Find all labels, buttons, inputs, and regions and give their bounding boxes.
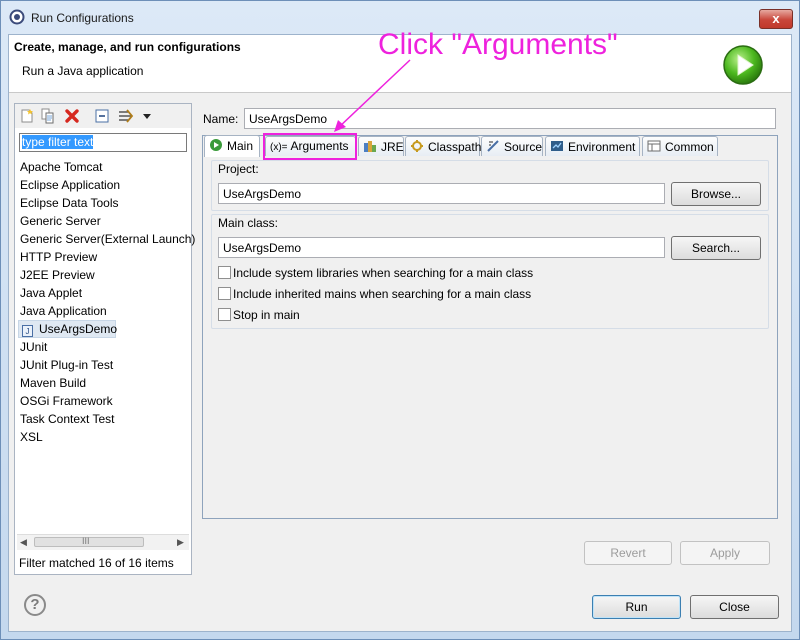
tab-label: Source	[504, 140, 542, 154]
java-app-icon: J	[22, 325, 33, 337]
scroll-right-icon[interactable]: ▶	[177, 537, 184, 548]
classpath-tab-icon	[410, 139, 424, 153]
include-system-libraries-label: Include system libraries when searching …	[233, 266, 533, 280]
tree-item-label: UseArgsDemo	[39, 322, 117, 336]
tree-item[interactable]: Java Application	[20, 304, 107, 318]
tree-item[interactable]: JUnit Plug-in Test	[20, 358, 113, 372]
tree-item[interactable]: Task Context Test	[20, 412, 115, 426]
window-close-button[interactable]: x	[759, 9, 793, 29]
stop-in-main-label: Stop in main	[233, 308, 300, 322]
filter-status: Filter matched 16 of 16 items	[19, 556, 174, 570]
project-label: Project:	[218, 162, 259, 176]
scroll-left-icon[interactable]: ◀	[20, 537, 27, 548]
run-button[interactable]: Run	[592, 595, 681, 619]
new-configuration-icon[interactable]	[19, 108, 35, 124]
header-subtitle: Run a Java application	[22, 64, 143, 78]
tab-label: JRE	[381, 140, 404, 154]
include-inherited-mains-checkbox[interactable]	[218, 287, 231, 300]
tree-item[interactable]: Eclipse Data Tools	[20, 196, 119, 210]
tree-item[interactable]: OSGi Framework	[20, 394, 113, 408]
name-label: Name:	[203, 112, 238, 126]
collapse-all-icon[interactable]	[94, 108, 110, 124]
apply-button[interactable]: Apply	[680, 541, 770, 565]
tree-item-label: J2EE Preview	[20, 268, 95, 282]
main-class-label: Main class:	[218, 216, 278, 230]
delete-icon[interactable]	[64, 108, 80, 124]
include-inherited-mains-label: Include inherited mains when searching f…	[233, 287, 531, 301]
tree-item-label: Eclipse Data Tools	[20, 196, 119, 210]
tree-item[interactable]: JUnit	[20, 340, 47, 354]
tree-item-label: Java Applet	[20, 286, 82, 300]
tree-item[interactable]: J2EE Preview	[20, 268, 95, 282]
header-title: Create, manage, and run configurations	[14, 40, 241, 54]
annotation-arrow	[320, 40, 430, 140]
tree-item[interactable]: Eclipse Application	[20, 178, 120, 192]
tree-item[interactable]: Java Applet	[20, 286, 82, 300]
tree-item-label: Maven Build	[20, 376, 86, 390]
tree-item[interactable]: Generic Server	[20, 214, 101, 228]
tree-item[interactable]: Generic Server(External Launch)	[20, 232, 195, 246]
run-banner-icon	[722, 44, 764, 86]
tab-main[interactable]: Main	[204, 135, 260, 157]
tab-label: Environment	[568, 140, 635, 154]
tab-label: Classpath	[428, 140, 481, 154]
project-field[interactable]: UseArgsDemo	[218, 183, 665, 204]
tree-item[interactable]: XSL	[20, 430, 43, 444]
tree-item-label: HTTP Preview	[20, 250, 97, 264]
tree-item-label: Generic Server	[20, 214, 101, 228]
search-button[interactable]: Search...	[671, 236, 761, 260]
tab-common[interactable]: Common	[642, 136, 718, 156]
tree-item-label: JUnit	[20, 340, 47, 354]
tree-item-label: Generic Server(External Launch)	[20, 232, 195, 246]
tab-label: Common	[665, 140, 714, 154]
jre-tab-icon	[363, 139, 377, 153]
tree-item-label: Apache Tomcat	[20, 160, 103, 174]
filter-input[interactable]: type filter text	[19, 133, 187, 152]
common-tab-icon	[647, 139, 661, 153]
tree-item-label: Java Application	[20, 304, 107, 318]
tree-item-label: JUnit Plug-in Test	[20, 358, 113, 372]
tree-item-label: Eclipse Application	[20, 178, 120, 192]
tree-item[interactable]: Apache Tomcat	[20, 160, 103, 174]
source-tab-icon	[486, 139, 500, 153]
environment-tab-icon	[550, 139, 564, 153]
main-tab-icon	[209, 138, 223, 152]
tree-item[interactable]: Maven Build	[20, 376, 86, 390]
browse-button[interactable]: Browse...	[671, 182, 761, 206]
dropdown-arrow-icon[interactable]	[139, 108, 155, 124]
filter-text-selection: type filter text	[22, 135, 93, 149]
tree-item[interactable]: J UseArgsDemo	[22, 322, 117, 337]
tree-item-label: XSL	[20, 430, 43, 444]
filter-icon[interactable]	[118, 108, 134, 124]
tab-environment[interactable]: Environment	[545, 136, 640, 156]
window-title: Run Configurations	[31, 11, 134, 25]
scroll-grip-icon: III	[82, 536, 90, 546]
duplicate-icon[interactable]	[40, 108, 56, 124]
tab-label: Main	[227, 139, 253, 153]
help-icon[interactable]: ?	[24, 594, 46, 616]
close-button[interactable]: Close	[690, 595, 779, 619]
tab-source[interactable]: Source	[481, 136, 543, 156]
tree-item-label: OSGi Framework	[20, 394, 113, 408]
include-system-libraries-checkbox[interactable]	[218, 266, 231, 279]
eclipse-icon	[9, 9, 25, 25]
stop-in-main-checkbox[interactable]	[218, 308, 231, 321]
revert-button[interactable]: Revert	[584, 541, 672, 565]
main-class-field[interactable]: UseArgsDemo	[218, 237, 665, 258]
tree-item-label: Task Context Test	[20, 412, 115, 426]
tree-item[interactable]: HTTP Preview	[20, 250, 97, 264]
